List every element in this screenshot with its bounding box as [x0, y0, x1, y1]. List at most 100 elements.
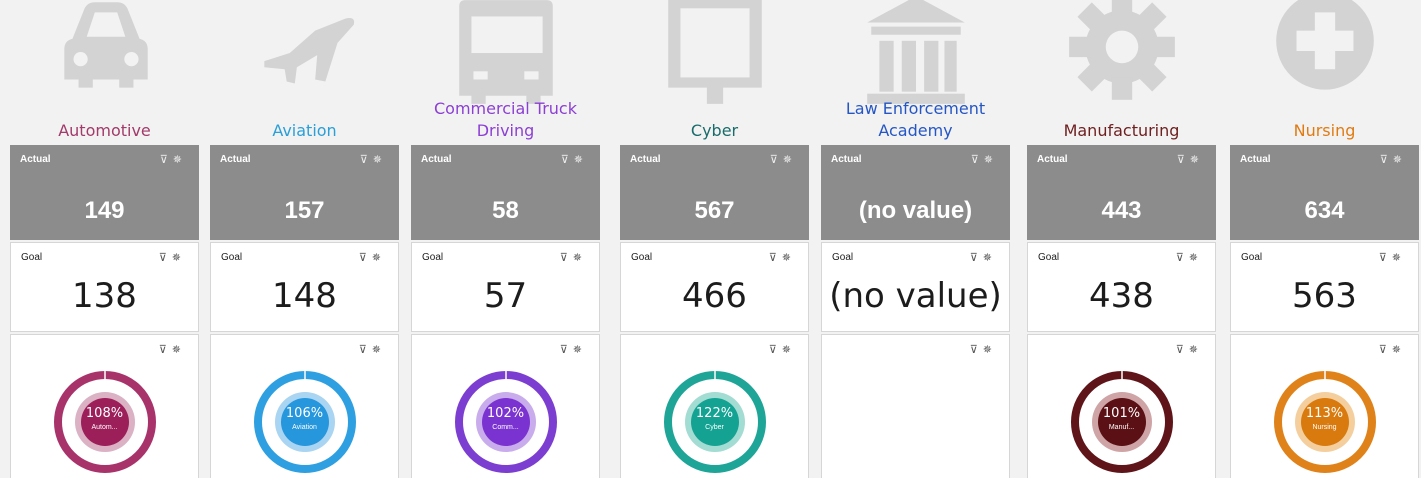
category-title: Commercial Truck Driving [434, 99, 577, 140]
settings-icon[interactable]: ✵ [573, 252, 587, 264]
percent-label: 122% [695, 406, 734, 421]
goal-card[interactable]: Goal ⊽✵ 138 [10, 242, 199, 332]
category-title: Nursing [1293, 121, 1356, 140]
category-column: Cyber Actual ⊽✵ 567 Goal ⊽✵ 466 ⊽✵ 122% Cyber [620, 0, 809, 478]
settings-icon[interactable]: ✵ [984, 154, 998, 166]
category-short-label: Comm... [492, 424, 519, 431]
goal-label: Goal [832, 252, 854, 263]
settings-icon[interactable]: ✵ [1392, 252, 1406, 264]
progress-card[interactable]: ⊽✵ 108% Autom... [10, 334, 199, 478]
filter-icon[interactable]: ⊽ [159, 344, 172, 356]
filter-icon[interactable]: ⊽ [560, 344, 573, 356]
filter-icon[interactable]: ⊽ [970, 344, 983, 356]
goal-tools: ⊽✵ [970, 251, 997, 264]
percent-label: 106% [285, 406, 324, 421]
progress-card[interactable]: ⊽✵ 101% Manuf... [1027, 334, 1216, 478]
settings-icon[interactable]: ✵ [782, 344, 796, 356]
actual-tools: ⊽✵ [360, 153, 387, 166]
goal-card[interactable]: Goal ⊽✵ 466 [620, 242, 809, 332]
filter-icon[interactable]: ⊽ [1176, 252, 1189, 264]
actual-label: Actual [831, 154, 862, 165]
actual-card[interactable]: Actual ⊽✵ (no value) [821, 145, 1010, 240]
settings-icon[interactable]: ✵ [782, 252, 796, 264]
progress-card[interactable]: ⊽✵ 113% Nursing [1230, 334, 1419, 478]
goal-card[interactable]: Goal ⊽✵ (no value) [821, 242, 1010, 332]
filter-icon[interactable]: ⊽ [1379, 344, 1392, 356]
category-column: Aviation Actual ⊽✵ 157 Goal ⊽✵ 148 ⊽✵ 106% Aviati… [210, 0, 399, 478]
goal-card[interactable]: Goal ⊽✵ 563 [1230, 242, 1419, 332]
actual-card[interactable]: Actual ⊽✵ 634 [1230, 145, 1419, 240]
filter-icon[interactable]: ⊽ [360, 154, 373, 166]
settings-icon[interactable]: ✵ [1392, 344, 1406, 356]
progress-card[interactable]: ⊽✵ [821, 334, 1010, 478]
progress-donut [1071, 371, 1173, 473]
category-short-label: Autom... [91, 424, 118, 431]
goal-value: 138 [72, 276, 137, 316]
settings-icon[interactable]: ✵ [573, 344, 587, 356]
progress-card[interactable]: ⊽✵ 106% Aviation [210, 334, 399, 478]
actual-value: 634 [1304, 197, 1345, 224]
filter-icon[interactable]: ⊽ [359, 252, 372, 264]
filter-icon[interactable]: ⊽ [1380, 154, 1393, 166]
actual-tools: ⊽✵ [971, 153, 998, 166]
actual-tools: ⊽✵ [770, 153, 797, 166]
percent-label: 113% [1305, 406, 1344, 421]
progress-card[interactable]: ⊽✵ 122% Cyber [620, 334, 809, 478]
settings-icon[interactable]: ✵ [372, 344, 386, 356]
goal-card[interactable]: Goal ⊽✵ 57 [411, 242, 600, 332]
actual-card[interactable]: Actual ⊽✵ 157 [210, 145, 399, 240]
settings-icon[interactable]: ✵ [1393, 154, 1407, 166]
settings-icon[interactable]: ✵ [1189, 344, 1203, 356]
category-short-label: Nursing [1312, 424, 1337, 431]
actual-card[interactable]: Actual ⊽✵ 149 [10, 145, 199, 240]
actual-card[interactable]: Actual ⊽✵ 58 [411, 145, 600, 240]
settings-icon[interactable]: ✵ [373, 154, 387, 166]
goal-card[interactable]: Goal ⊽✵ 148 [210, 242, 399, 332]
filter-icon[interactable]: ⊽ [359, 344, 372, 356]
goal-value: 563 [1292, 276, 1357, 316]
actual-label: Actual [20, 154, 51, 165]
actual-label: Actual [1240, 154, 1271, 165]
progress-donut [54, 371, 156, 473]
goal-label: Goal [422, 252, 444, 263]
category-short-label: Manuf... [1108, 424, 1135, 431]
filter-icon[interactable]: ⊽ [970, 252, 983, 264]
filter-icon[interactable]: ⊽ [1379, 252, 1392, 264]
filter-icon[interactable]: ⊽ [971, 154, 984, 166]
filter-icon[interactable]: ⊽ [1177, 154, 1190, 166]
settings-icon[interactable]: ✵ [574, 154, 588, 166]
settings-icon[interactable]: ✵ [172, 252, 186, 264]
progress-card[interactable]: ⊽✵ 102% Comm... [411, 334, 600, 478]
category-column: Commercial Truck Driving Actual ⊽✵ 58 Goal ⊽✵… [411, 0, 600, 478]
filter-icon[interactable]: ⊽ [769, 252, 782, 264]
goal-tools: ⊽✵ [560, 251, 587, 264]
category-title: Automotive [58, 121, 151, 140]
settings-icon[interactable]: ✵ [1190, 154, 1204, 166]
filter-icon[interactable]: ⊽ [159, 252, 172, 264]
actual-card[interactable]: Actual ⊽✵ 443 [1027, 145, 1216, 240]
actual-value: (no value) [858, 197, 973, 224]
settings-icon[interactable]: ✵ [372, 252, 386, 264]
filter-icon[interactable]: ⊽ [1176, 344, 1189, 356]
filter-icon[interactable]: ⊽ [769, 344, 782, 356]
settings-icon[interactable]: ✵ [983, 252, 997, 264]
settings-icon[interactable]: ✵ [1189, 252, 1203, 264]
goal-card[interactable]: Goal ⊽✵ 438 [1027, 242, 1216, 332]
filter-icon[interactable]: ⊽ [561, 154, 574, 166]
goal-value: 148 [272, 276, 337, 316]
goal-value: 57 [483, 276, 528, 316]
settings-icon[interactable]: ✵ [173, 154, 187, 166]
filter-icon[interactable]: ⊽ [160, 154, 173, 166]
category-title: Law Enforcement Academy [845, 99, 986, 140]
settings-icon[interactable]: ✵ [783, 154, 797, 166]
progress-tools: ⊽✵ [159, 343, 186, 356]
goal-label: Goal [1038, 252, 1060, 263]
category-column: Manufacturing Actual ⊽✵ 443 Goal ⊽✵ 438 ⊽✵ 101% M… [1027, 0, 1216, 478]
settings-icon[interactable]: ✵ [172, 344, 186, 356]
actual-label: Actual [630, 154, 661, 165]
filter-icon[interactable]: ⊽ [560, 252, 573, 264]
filter-icon[interactable]: ⊽ [770, 154, 783, 166]
actual-value: 567 [694, 197, 735, 224]
settings-icon[interactable]: ✵ [983, 344, 997, 356]
actual-card[interactable]: Actual ⊽✵ 567 [620, 145, 809, 240]
